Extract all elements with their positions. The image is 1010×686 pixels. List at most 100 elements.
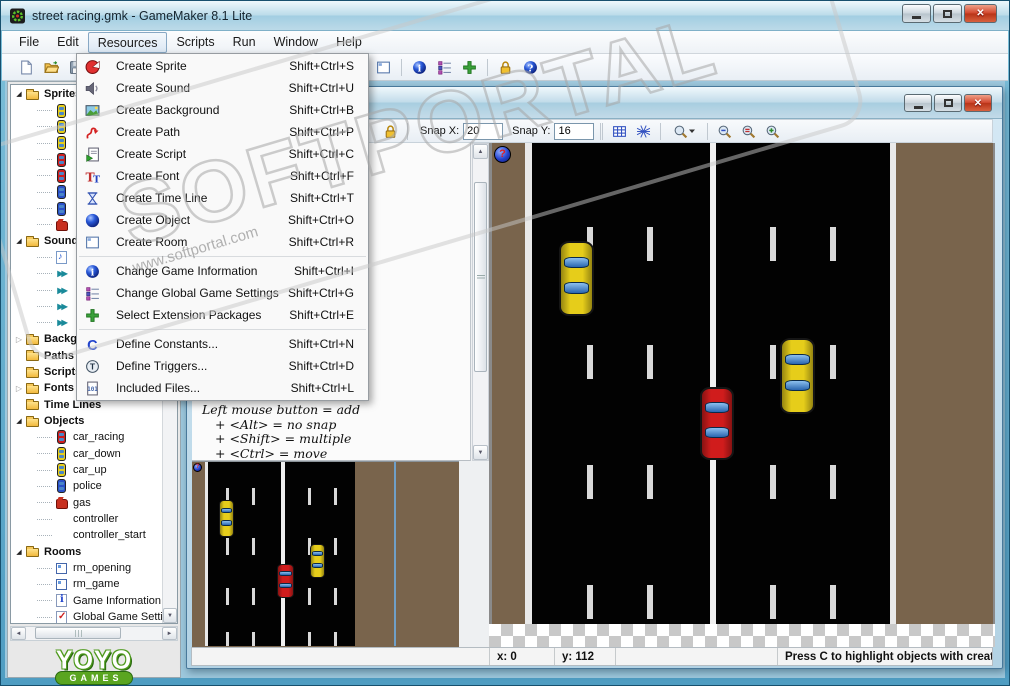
zoom-out-button[interactable] [714,121,735,142]
grid-toggle-button[interactable] [609,121,630,142]
close-button[interactable]: ✕ [964,4,997,23]
plus-button[interactable] [459,57,480,78]
menu-help[interactable]: Help [327,31,371,53]
collapsed-arrow-icon[interactable]: ▷ [13,384,25,393]
tree-item-objects[interactable]: ◢ Objects [11,413,162,429]
lane-dash [308,632,311,646]
menu-item-select-extension-packages[interactable]: Select Extension Packages Shift+Ctrl+E [77,304,368,326]
menu-file[interactable]: File [10,31,48,53]
status-y: y: 112 [555,648,616,665]
maximize-button[interactable] [933,4,962,23]
menu-item-define-constants[interactable]: C Define Constants... Shift+Ctrl+N [77,333,368,355]
timeline-icon [85,191,100,206]
snap-y-input[interactable] [554,122,595,140]
lock-button[interactable] [380,121,401,142]
scroll-thumb[interactable] [35,627,121,639]
tree-item-rm-opening[interactable]: rm_opening [11,560,162,576]
menu-item-define-triggers[interactable]: T Define Triggers... Shift+Ctrl+D [77,355,368,377]
infopage-icon [54,593,69,608]
lane-dash [770,465,776,499]
menu-item-create-font[interactable]: T T Create Font Sh­ift+Ctrl+F [77,165,368,187]
panel-scrollbar[interactable]: ▲ ▼ [472,143,489,461]
minimize-button[interactable] [902,4,931,23]
car-red-instance[interactable] [276,564,295,598]
snap-x-input[interactable] [463,122,504,140]
scroll-left-icon[interactable]: ◄ [11,627,26,640]
tree-item-police[interactable]: police [11,478,162,494]
tree-item-global-game-settings[interactable]: Global Game Settings [11,609,162,623]
background-icon [85,103,100,118]
tree-item-car-up[interactable]: car_up [11,462,162,478]
ggslist-icon [85,286,100,301]
tree-item-controller-start[interactable]: controller_start [11,527,162,543]
maximize-button[interactable] [934,94,962,112]
menu-item-create-script[interactable]: Create Script Shift+Ctrl+C [77,143,368,165]
expanded-arrow-icon[interactable]: ◢ [13,417,25,425]
car-yellow-instance[interactable] [309,544,326,578]
tree-item-car-racing[interactable]: car_racing [11,429,162,445]
controller-object-marker[interactable]: ? [494,146,511,163]
menu-window[interactable]: Window [265,31,327,53]
path-icon [85,125,100,140]
ggslist-button[interactable] [434,57,455,78]
room-icon [85,235,100,250]
tree-item-rm-game[interactable]: rm_game [11,576,162,592]
menu-item-create-sprite[interactable]: Create Sprite Shift+Ctrl+S [77,55,368,77]
tree-item-gas[interactable]: gas [11,495,162,511]
menu-item-change-global-game-settings[interactable]: Change Global Game Settings Shift+Ctrl+G [77,282,368,304]
scroll-down-icon[interactable]: ▼ [473,445,488,460]
menu-item-change-game-information[interactable]: i Change Game Information Shift+Ctrl+I [77,260,368,282]
scroll-down-icon[interactable]: ▼ [163,608,177,623]
open-button[interactable] [41,57,62,78]
car-yellow-instance[interactable] [218,500,235,537]
close-button[interactable]: ✕ [964,94,992,112]
tree-item-controller[interactable]: controller [11,511,162,527]
gameinfo-button[interactable]: i [409,57,430,78]
menu-item-create-object[interactable]: Create Object Shift+Ctrl+O [77,209,368,231]
tree-item-car-down[interactable]: car_down [11,446,162,462]
zoomin-icon [765,124,780,139]
road-band [525,143,532,624]
menu-edit[interactable]: Edit [48,31,88,53]
folder-icon [25,381,40,396]
zoom-dropdown-button[interactable] [667,121,701,142]
tree-item-rooms[interactable]: ◢ Rooms [11,544,162,560]
menu-item-included-files[interactable]: 101 Included Files... Shift+Ctrl+L [77,377,368,399]
isometric-toggle-button[interactable] [633,121,654,142]
car-blue-icon [54,201,69,216]
tree-horizontal-scrollbar[interactable]: ◄ ► [10,626,178,641]
car-yellow-instance[interactable] [778,338,817,414]
room-canvas[interactable]: ? [489,143,995,624]
help-button[interactable]: ? [520,57,541,78]
expanded-arrow-icon[interactable]: ◢ [13,548,25,556]
background-room-window[interactable]: ? [192,461,459,647]
collapsed-arrow-icon[interactable]: ▷ [13,335,25,344]
car-red-instance[interactable] [698,387,736,460]
lock-button[interactable] [495,57,516,78]
menu-item-create-sound[interactable]: Create Sound Shift+Ctrl+U [77,77,368,99]
car-yellow-instance[interactable] [557,241,596,316]
expanded-arrow-icon[interactable]: ◢ [13,90,25,98]
scroll-up-icon[interactable]: ▲ [473,144,488,159]
iso-icon [636,124,651,139]
menu-run[interactable]: Run [224,31,265,53]
help-icon: ? [523,60,538,75]
new-button[interactable] [16,57,37,78]
title-bar[interactable]: street racing.gmk - GameMaker 8.1 Lite ✕ [1,1,1009,31]
zoom-in-button[interactable] [762,121,783,142]
menu-item-create-room[interactable]: Create Room Shift+Ctrl+R [77,231,368,253]
controller-object-marker[interactable]: ? [193,463,202,472]
expanded-arrow-icon[interactable]: ◢ [13,237,25,245]
caret-icon [684,124,699,139]
room-button[interactable] [373,57,394,78]
scroll-thumb[interactable] [474,182,487,372]
menu-item-create-time-line[interactable]: Create Time Line Shift+Ctrl+T [77,187,368,209]
zoom-reset-button[interactable] [738,121,759,142]
menu-scripts[interactable]: Scripts [167,31,223,53]
menu-item-create-background[interactable]: Create Background Shift+Ctrl+B [77,99,368,121]
minimize-button[interactable] [904,94,932,112]
menu-item-create-path[interactable]: Create Path Shift+Ctrl+P [77,121,368,143]
menu-resources[interactable]: Resources [87,32,168,53]
tree-item-game-information[interactable]: Game Information [11,593,162,609]
scroll-right-icon[interactable]: ► [162,627,177,640]
